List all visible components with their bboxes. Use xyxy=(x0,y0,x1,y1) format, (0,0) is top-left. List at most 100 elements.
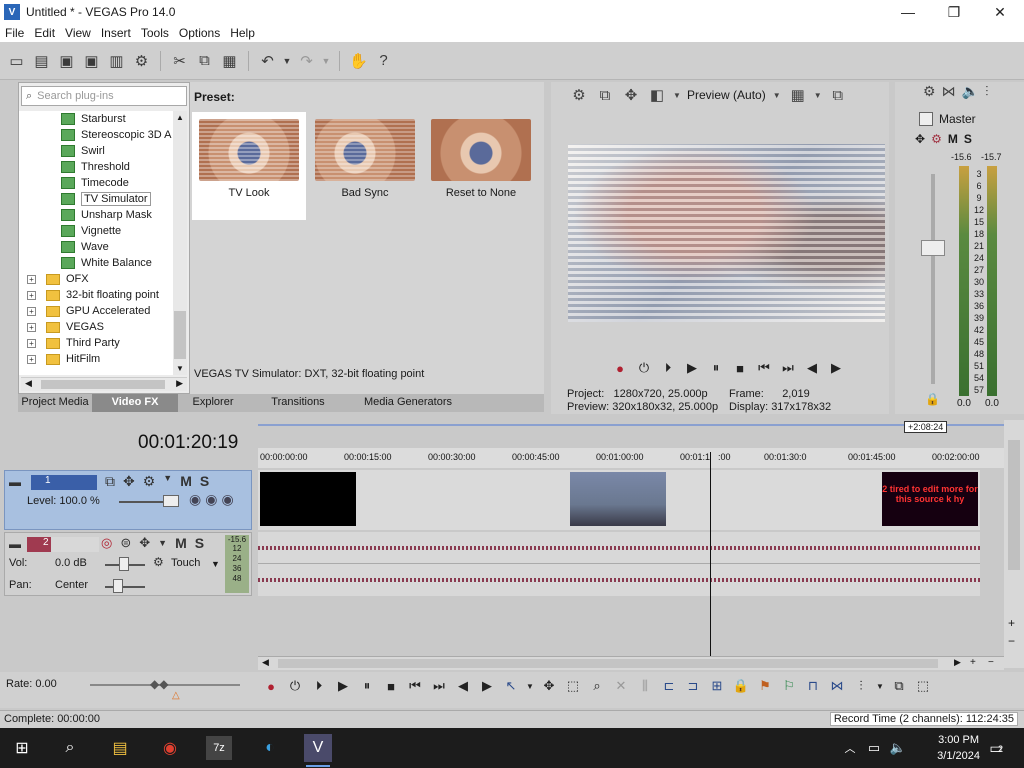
menu-view[interactable]: View xyxy=(60,26,96,40)
split-icon[interactable]: ⊞ xyxy=(708,678,726,694)
undo-icon[interactable]: ↶ xyxy=(257,50,278,71)
tree-item-stereoscopic-3d[interactable]: Stereoscopic 3D A xyxy=(19,127,173,143)
copy-snapshot-icon[interactable]: ⧉ xyxy=(828,87,848,104)
loop-region-bar[interactable] xyxy=(890,440,950,448)
tree-folder-third-party[interactable]: + Third Party xyxy=(19,335,173,351)
auto-crossfade-icon[interactable]: ⋈ xyxy=(828,678,846,694)
open-folder-icon[interactable]: ▤ xyxy=(31,50,52,71)
ripple-edit-icon[interactable]: ⫶ xyxy=(852,678,870,694)
track1-mute-button[interactable]: M xyxy=(180,473,192,490)
preset-tv-look[interactable]: TV Look xyxy=(192,112,306,220)
trim-end-icon[interactable]: ⊐ xyxy=(684,678,702,694)
track2-pan[interactable]: Center xyxy=(55,579,88,591)
automation-mode[interactable]: Touch xyxy=(171,557,200,569)
zoom-out-icon[interactable]: − xyxy=(1008,634,1015,648)
arm-record-icon[interactable]: ◎ xyxy=(101,535,112,551)
play-from-start-icon[interactable]: ⏵ xyxy=(310,678,328,694)
expand-icon[interactable]: + xyxy=(27,354,36,364)
split-screen-icon[interactable]: ✥ xyxy=(621,86,641,104)
save-as-icon[interactable]: ▣ xyxy=(81,50,102,71)
speaker-icon[interactable]: 🔈 xyxy=(962,83,979,100)
7zip-icon[interactable]: 7z xyxy=(206,736,232,760)
collapse-track-icon[interactable]: ▬ xyxy=(9,537,21,551)
selection-tool-icon[interactable]: ⬚ xyxy=(564,678,582,694)
scroll-up-icon[interactable]: ▲ xyxy=(176,113,184,122)
prev-frame-icon[interactable]: ◀ xyxy=(803,360,821,376)
tab-media-generators[interactable]: Media Generators xyxy=(348,394,468,412)
scroll-right-icon[interactable]: ▶ xyxy=(954,657,961,668)
lock-icon[interactable]: 🔒 xyxy=(925,392,940,406)
preset-reset-to-none[interactable]: Reset to None xyxy=(424,112,538,220)
redo-icon[interactable]: ↷ xyxy=(296,50,317,71)
plugin-manager-icon[interactable]: ✋ xyxy=(348,50,369,71)
video-fx-icon[interactable]: ◧ xyxy=(647,86,667,104)
cut-icon[interactable]: ✂ xyxy=(169,50,190,71)
expand-icon[interactable]: + xyxy=(27,338,36,348)
record-icon[interactable]: ● xyxy=(611,360,629,376)
tab-explorer[interactable]: Explorer xyxy=(178,394,248,412)
paste-icon[interactable]: ▦ xyxy=(219,50,240,71)
ripple-dropdown-icon[interactable]: ▼ xyxy=(876,678,884,694)
tree-folder-ofx[interactable]: + OFX xyxy=(19,271,173,287)
prev-frame-icon[interactable]: ◀ xyxy=(454,678,472,694)
properties-gear-icon[interactable]: ⚙ xyxy=(131,50,152,71)
lock-envelopes-icon[interactable]: ⬚ xyxy=(914,678,932,694)
preview-dropdown-icon[interactable]: ▼ xyxy=(673,91,681,100)
track2-mute-button[interactable]: M xyxy=(175,535,187,551)
loop-playback-icon[interactable]: ⏻ xyxy=(286,678,304,694)
volume-icon[interactable]: 🔈 xyxy=(884,734,912,762)
playhead-cursor[interactable] xyxy=(710,452,711,656)
tree-folder-vegas[interactable]: + VEGAS xyxy=(19,319,173,335)
play-from-start-icon[interactable]: ⏵ xyxy=(659,360,677,376)
tab-video-fx[interactable]: Video FX xyxy=(92,394,178,412)
trim-icon[interactable]: ⫼ xyxy=(636,678,654,694)
video-track-header[interactable]: ▬ 1 ⧉ ✥ ⚙ ▼ M S Level: 100.0 % ◉ ◉ ◉ xyxy=(4,470,252,530)
trim-start-icon[interactable]: ⊏ xyxy=(660,678,678,694)
tab-transitions[interactable]: Transitions xyxy=(248,394,348,412)
video-clip-people[interactable] xyxy=(570,472,666,526)
rate-slider-handle[interactable]: ◆◆ xyxy=(150,677,168,691)
tree-folder-gpu[interactable]: + GPU Accelerated xyxy=(19,303,173,319)
video-clip-text-card[interactable]: 2 tired to edit more for this source k h… xyxy=(882,472,978,526)
chrome-icon[interactable]: ◉ xyxy=(156,734,184,762)
next-frame-icon[interactable]: ▶ xyxy=(827,360,845,376)
volume-slider-handle[interactable] xyxy=(119,557,129,571)
loop-icon[interactable]: ⏻ xyxy=(635,360,653,376)
expand-icon[interactable]: + xyxy=(27,306,36,316)
close-button[interactable]: ✕ xyxy=(977,0,1023,24)
tree-item-swirl[interactable]: Swirl xyxy=(19,143,173,159)
undo-dropdown-icon[interactable]: ▼ xyxy=(282,50,292,71)
scroll-left-icon[interactable]: ◀ xyxy=(262,657,269,668)
master-fader-handle[interactable] xyxy=(921,240,945,256)
copy-icon[interactable]: ⧉ xyxy=(194,50,215,71)
overlays-grid-icon[interactable]: ▦ xyxy=(788,86,808,104)
track-dropdown-icon[interactable]: ▼ xyxy=(158,538,167,548)
go-to-start-icon[interactable]: ⏮ xyxy=(406,678,424,694)
compositing-mode-icon[interactable]: ⧉ xyxy=(105,473,115,490)
play-icon[interactable]: ▶ xyxy=(334,678,352,694)
pause-icon[interactable]: ⏸ xyxy=(707,360,725,376)
tree-item-starburst[interactable]: Starburst xyxy=(19,111,173,127)
scroll-thumb[interactable] xyxy=(174,311,186,359)
master-mute-button[interactable]: M xyxy=(948,132,958,146)
stop-icon[interactable]: ■ xyxy=(382,678,400,694)
tree-folder-hitfilm[interactable]: + HitFilm xyxy=(19,351,173,367)
zoom-in-horizontal-icon[interactable]: + xyxy=(970,657,976,668)
preset-bad-sync[interactable]: Bad Sync xyxy=(308,112,422,220)
tree-folder-32bit[interactable]: +32-bit floating point xyxy=(19,287,173,303)
save-icon[interactable]: ▣ xyxy=(56,50,77,71)
expand-icon[interactable]: + xyxy=(27,274,36,284)
go-to-start-icon[interactable]: ⏮ xyxy=(755,360,773,376)
video-track-lane[interactable]: 2 tired to edit more for this source k h… xyxy=(258,470,980,530)
taskbar-clock[interactable]: 3:00 PM 3/1/2024 xyxy=(937,732,980,764)
play-icon[interactable]: ▶ xyxy=(683,360,701,376)
master-settings-icon[interactable]: ⚙ xyxy=(931,132,942,146)
go-to-end-icon[interactable]: ⏭ xyxy=(430,678,448,694)
stop-icon[interactable]: ■ xyxy=(731,360,749,376)
scroll-right-icon[interactable]: ▶ xyxy=(176,378,183,389)
scroll-thumb[interactable] xyxy=(1008,440,1020,570)
pause-icon[interactable]: ⏸ xyxy=(358,678,376,694)
tree-item-threshold[interactable]: Threshold xyxy=(19,159,173,175)
zoom-tool-icon[interactable]: ⌕ xyxy=(588,678,606,694)
scroll-left-icon[interactable]: ◀ xyxy=(25,378,32,389)
